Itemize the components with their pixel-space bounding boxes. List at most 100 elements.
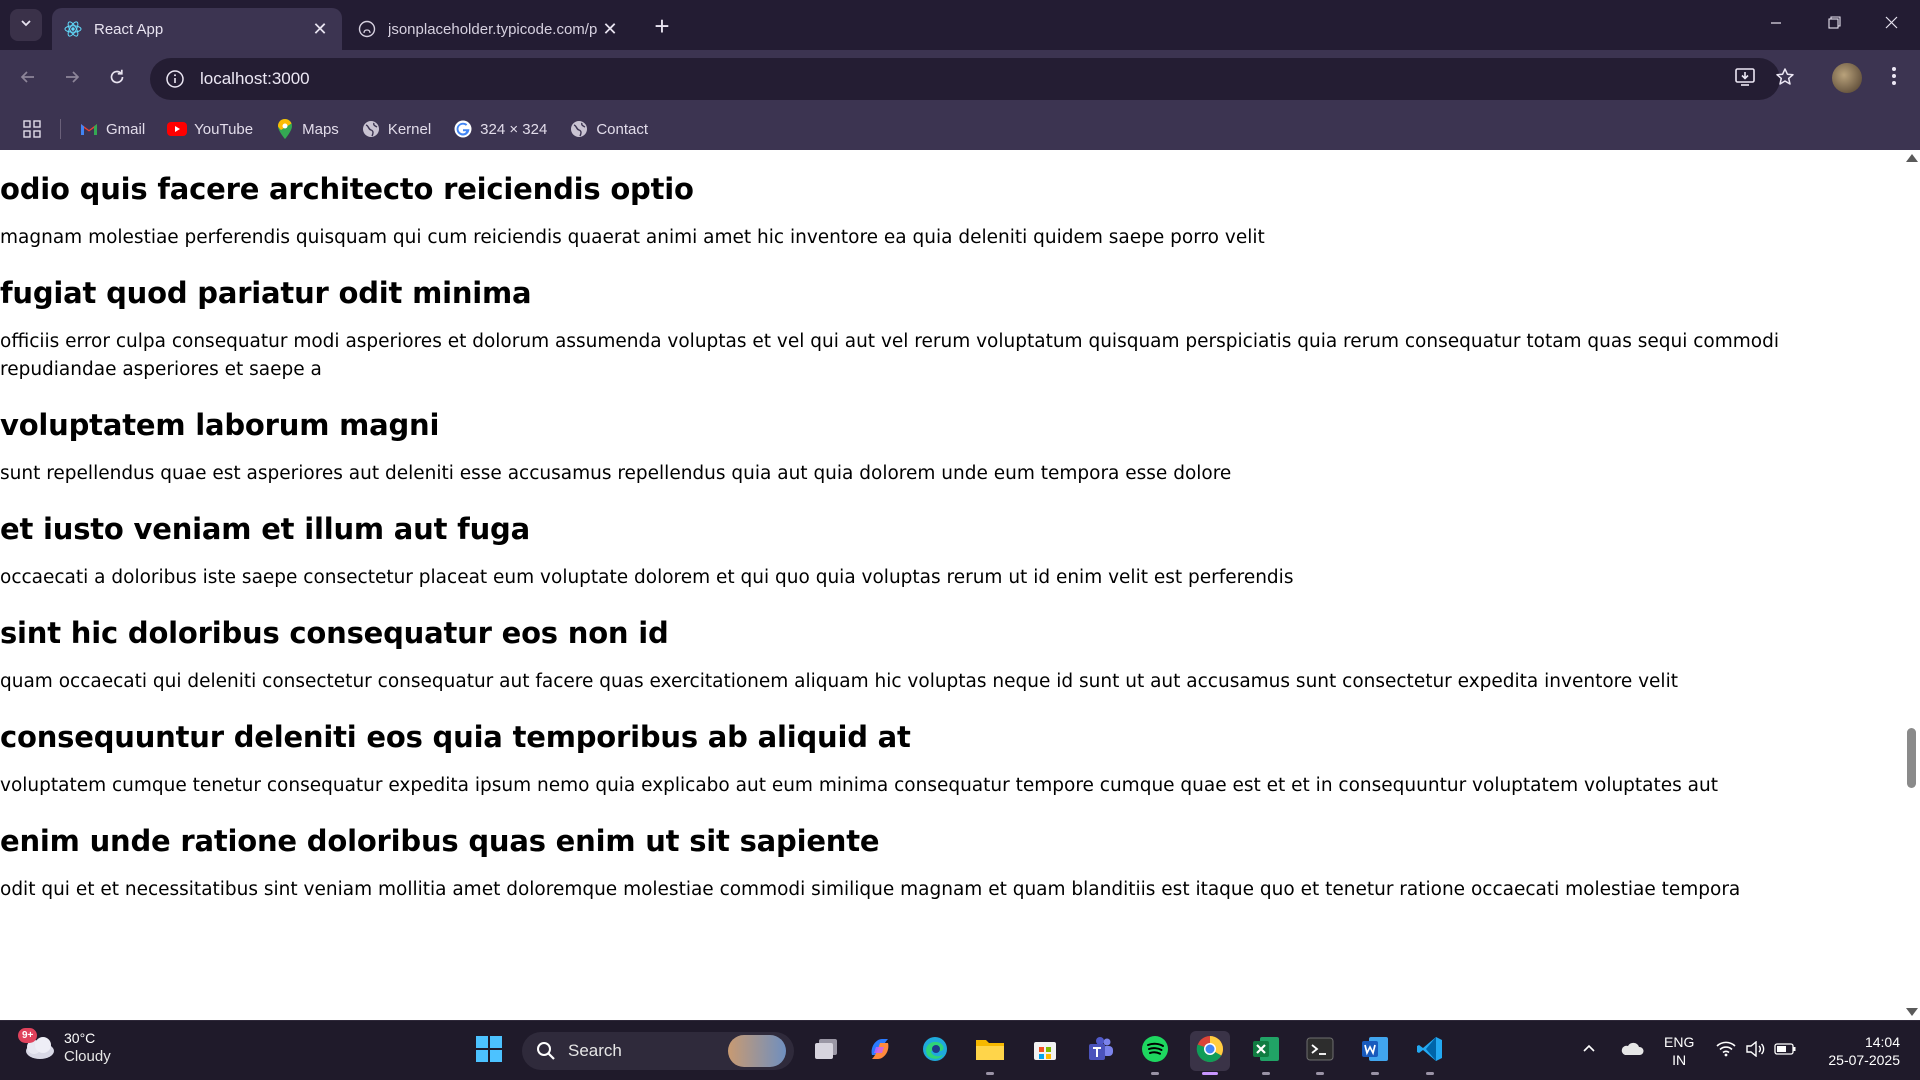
chrome-icon xyxy=(1196,1035,1224,1068)
new-tab-button[interactable]: + xyxy=(648,11,676,41)
show-hidden-icons-button[interactable] xyxy=(1582,1021,1606,1080)
post-body: magnam molestiae perferendis quisquam qu… xyxy=(0,227,1265,248)
post-title: consequuntur deleniti eos quia temporibu… xyxy=(0,720,911,754)
apps-grid-icon[interactable] xyxy=(20,117,44,141)
tab-title: jsonplaceholder.typicode.com/p xyxy=(388,20,598,38)
tab-jsonplaceholder[interactable]: jsonplaceholder.typicode.com/p ✕ xyxy=(346,8,632,50)
tab-strip: React App ✕ jsonplaceholder.typicode.com… xyxy=(0,0,1920,50)
running-indicator xyxy=(1202,1072,1218,1075)
weather-temp: 30°C xyxy=(64,1030,96,1046)
taskbar-excel[interactable] xyxy=(1246,1031,1286,1075)
page-scrollbar[interactable] xyxy=(1903,150,1920,1020)
spotify-icon xyxy=(1141,1035,1169,1068)
post-title: enim unde ratione doloribus quas enim ut… xyxy=(0,824,880,858)
bookmark-contact[interactable]: Contact xyxy=(569,119,648,139)
bookmarks-bar: Gmail YouTube Maps Kernel 324 × 324 Cont… xyxy=(0,108,1920,150)
scroll-up-icon[interactable] xyxy=(1906,154,1918,162)
teams-icon xyxy=(1087,1035,1115,1068)
post: et iusto veniam et illum aut fuga occaec… xyxy=(0,508,1900,592)
post-body: voluptatem cumque tenetur consequatur ex… xyxy=(0,775,1718,796)
file-explorer-icon xyxy=(975,1036,1005,1067)
volume-tray[interactable] xyxy=(1745,1021,1769,1080)
onedrive-tray[interactable] xyxy=(1620,1021,1648,1080)
taskbar-file-explorer[interactable] xyxy=(970,1031,1010,1075)
bookmark-label: YouTube xyxy=(194,120,254,138)
excel-icon xyxy=(1252,1036,1280,1067)
bookmark-label: 324 × 324 xyxy=(480,120,548,138)
taskbar-chrome[interactable] xyxy=(1190,1031,1230,1075)
arrow-right-icon xyxy=(63,68,81,91)
scrollbar-thumb[interactable] xyxy=(1907,728,1916,788)
taskbar-search[interactable]: Search xyxy=(522,1032,794,1070)
running-indicator xyxy=(1371,1072,1379,1075)
url-text: localhost:3000 xyxy=(200,69,310,88)
taskbar-spotify[interactable] xyxy=(1135,1031,1175,1075)
minimize-button[interactable] xyxy=(1747,0,1805,50)
weather-widget[interactable]: 9+ 30°C Cloudy xyxy=(18,1028,111,1067)
language-indicator[interactable]: ENG IN xyxy=(1664,1033,1694,1069)
close-tab-icon[interactable]: ✕ xyxy=(310,19,330,39)
post: consequuntur deleniti eos quia temporibu… xyxy=(0,716,1900,800)
post-title: et iusto veniam et illum aut fuga xyxy=(0,512,530,546)
language-code: ENG xyxy=(1664,1034,1695,1050)
tab-title: React App xyxy=(94,20,164,38)
taskbar-edge[interactable] xyxy=(915,1031,955,1071)
tab-react-app[interactable]: React App ✕ xyxy=(52,8,342,50)
bookmark-label: Gmail xyxy=(106,120,146,138)
bookmark-gmail[interactable]: Gmail xyxy=(79,119,145,139)
taskbar-copilot[interactable] xyxy=(860,1031,900,1071)
post-title: fugiat quod pariatur odit minima xyxy=(0,276,532,310)
taskbar-teams[interactable] xyxy=(1081,1031,1121,1071)
windows-start-icon xyxy=(475,1035,503,1068)
install-icon xyxy=(1734,67,1756,92)
post: sint hic doloribus consequatur eos non i… xyxy=(0,612,1900,696)
bookmark-google-image[interactable]: 324 × 324 xyxy=(453,119,547,139)
vscode-icon xyxy=(1416,1035,1444,1068)
weather-badge: 9+ xyxy=(18,1028,38,1043)
system-clock[interactable]: 14:04 25-07-2025 xyxy=(1812,1033,1900,1069)
page-content: odio quis facere architecto reiciendis o… xyxy=(0,150,1900,1020)
taskbar-terminal[interactable] xyxy=(1300,1031,1340,1075)
maps-icon xyxy=(275,119,295,139)
running-indicator xyxy=(1426,1072,1434,1075)
taskbar-store[interactable] xyxy=(1025,1031,1065,1071)
start-button[interactable] xyxy=(469,1031,509,1071)
scroll-down-icon[interactable] xyxy=(1906,1008,1918,1016)
back-button[interactable] xyxy=(12,63,44,95)
profile-avatar[interactable] xyxy=(1832,63,1862,93)
close-icon xyxy=(1885,16,1898,34)
browser-menu-button[interactable] xyxy=(1880,63,1908,93)
speaker-icon xyxy=(1745,1040,1765,1062)
site-info-icon[interactable] xyxy=(164,68,186,90)
microsoft-store-icon xyxy=(1032,1036,1058,1067)
tab-search-button[interactable] xyxy=(10,9,42,41)
bookmark-label: Kernel xyxy=(387,120,432,138)
forward-button[interactable] xyxy=(56,63,88,95)
react-icon xyxy=(64,20,82,38)
taskbar-word[interactable] xyxy=(1355,1031,1395,1075)
address-bar[interactable]: localhost:3000 xyxy=(150,58,1780,100)
taskbar-task-view[interactable] xyxy=(806,1031,846,1071)
wifi-tray[interactable] xyxy=(1716,1021,1740,1080)
search-icon xyxy=(534,1039,558,1063)
edge-icon xyxy=(921,1035,949,1068)
clock-time: 14:04 xyxy=(1864,1034,1900,1050)
reload-button[interactable] xyxy=(101,63,133,95)
restore-button[interactable] xyxy=(1805,0,1863,50)
close-tab-icon[interactable]: ✕ xyxy=(600,19,620,39)
taskbar-vscode[interactable] xyxy=(1410,1031,1450,1075)
minimize-icon xyxy=(1770,16,1782,34)
bookmark-kernel[interactable]: Kernel xyxy=(361,119,431,139)
bookmark-youtube[interactable]: YouTube xyxy=(167,119,253,139)
install-app-button[interactable] xyxy=(1727,58,1763,100)
google-icon xyxy=(453,119,473,139)
reload-icon xyxy=(108,68,126,91)
bookmarks-separator xyxy=(60,119,61,139)
star-icon xyxy=(1775,67,1795,92)
github-icon xyxy=(358,20,376,38)
close-window-button[interactable] xyxy=(1862,0,1920,50)
bookmark-star-button[interactable] xyxy=(1767,58,1803,100)
bookmark-maps[interactable]: Maps xyxy=(275,119,339,139)
battery-tray[interactable] xyxy=(1774,1021,1800,1080)
copilot-icon xyxy=(866,1035,894,1068)
